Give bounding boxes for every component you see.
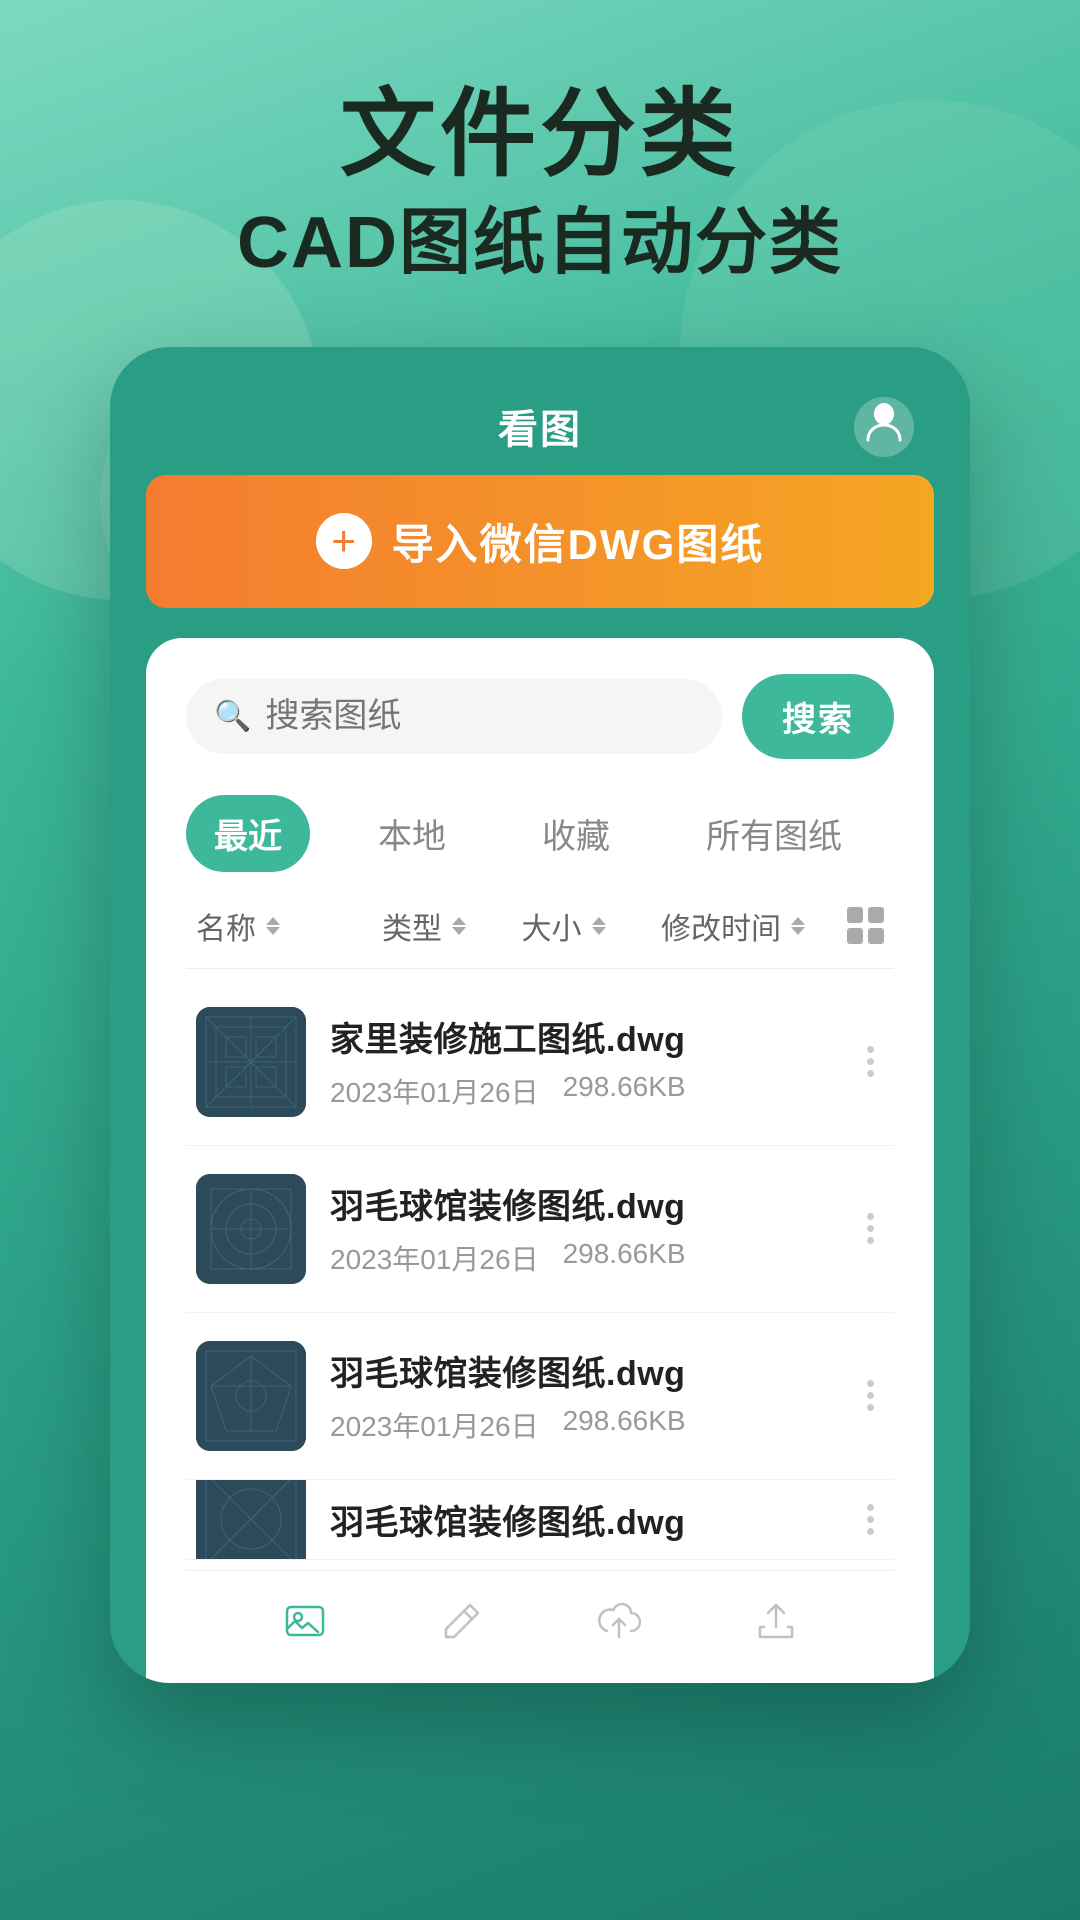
nav-item-cloud[interactable] bbox=[593, 1595, 645, 1647]
sort-size-arrows bbox=[592, 917, 606, 935]
bottom-nav bbox=[186, 1570, 894, 1683]
file-more-4[interactable] bbox=[857, 1494, 884, 1545]
file-item-3[interactable]: 羽毛球馆装修图纸.dwg 2023年01月26日 298.66KB bbox=[186, 1313, 894, 1480]
nav-item-edit[interactable] bbox=[436, 1595, 488, 1647]
file-item-1[interactable]: 家里装修施工图纸.dwg 2023年01月26日 298.66KB bbox=[186, 979, 894, 1146]
search-input[interactable] bbox=[265, 697, 694, 736]
import-button-label: 导入微信DWG图纸 bbox=[392, 511, 765, 572]
file-date-1: 2023年01月26日 bbox=[330, 1071, 539, 1111]
file-date-2: 2023年01月26日 bbox=[330, 1238, 539, 1278]
main-title: 文件分类 bbox=[0, 80, 1080, 190]
file-size-3: 298.66KB bbox=[563, 1405, 686, 1445]
file-name-4: 羽毛球馆装修图纸.dwg bbox=[330, 1495, 833, 1544]
more-dots-icon-2 bbox=[867, 1213, 874, 1244]
avatar-button[interactable] bbox=[854, 397, 914, 457]
file-meta-1: 2023年01月26日 298.66KB bbox=[330, 1071, 833, 1111]
sort-type-arrows bbox=[452, 917, 466, 935]
sort-type[interactable]: 类型 bbox=[382, 904, 522, 948]
search-bar: 🔍 搜索 bbox=[186, 674, 894, 759]
file-meta-3: 2023年01月26日 298.66KB bbox=[330, 1405, 833, 1445]
sort-date-arrows bbox=[791, 917, 805, 935]
sort-date[interactable]: 修改时间 bbox=[661, 904, 847, 948]
import-button[interactable]: + 导入微信DWG图纸 bbox=[146, 475, 934, 608]
grid-view-toggle[interactable] bbox=[847, 907, 884, 944]
search-button[interactable]: 搜索 bbox=[742, 674, 894, 759]
file-name-1: 家里装修施工图纸.dwg bbox=[330, 1012, 833, 1061]
file-info-3: 羽毛球馆装修图纸.dwg 2023年01月26日 298.66KB bbox=[330, 1346, 833, 1445]
tab-all[interactable]: 所有图纸 bbox=[678, 795, 870, 872]
file-name-2: 羽毛球馆装修图纸.dwg bbox=[330, 1179, 833, 1228]
sort-size[interactable]: 大小 bbox=[522, 904, 662, 948]
file-size-2: 298.66KB bbox=[563, 1238, 686, 1278]
gallery-icon bbox=[279, 1595, 331, 1647]
sort-name-arrows bbox=[266, 917, 280, 935]
cloud-icon bbox=[593, 1595, 645, 1647]
phone-mockup: 看图 + 导入微信DWG图纸 🔍 bbox=[110, 347, 970, 1683]
file-thumbnail-1 bbox=[196, 1007, 306, 1117]
file-size-1: 298.66KB bbox=[563, 1071, 686, 1111]
file-date-3: 2023年01月26日 bbox=[330, 1405, 539, 1445]
file-meta-2: 2023年01月26日 298.66KB bbox=[330, 1238, 833, 1278]
top-section: 文件分类 CAD图纸自动分类 bbox=[0, 0, 1080, 287]
search-input-wrapper[interactable]: 🔍 bbox=[186, 679, 722, 754]
file-name-3: 羽毛球馆装修图纸.dwg bbox=[330, 1346, 833, 1395]
file-more-1[interactable] bbox=[857, 1036, 884, 1087]
tabs-bar: 最近 本地 收藏 所有图纸 bbox=[186, 795, 894, 872]
file-more-3[interactable] bbox=[857, 1370, 884, 1421]
file-more-2[interactable] bbox=[857, 1203, 884, 1254]
sort-header: 名称 类型 大小 bbox=[186, 904, 894, 969]
pencil-icon bbox=[436, 1595, 488, 1647]
more-dots-icon-1 bbox=[867, 1046, 874, 1077]
more-dots-icon-3 bbox=[867, 1380, 874, 1411]
plus-icon: + bbox=[316, 513, 372, 569]
file-item-2[interactable]: 羽毛球馆装修图纸.dwg 2023年01月26日 298.66KB bbox=[186, 1146, 894, 1313]
nav-item-share[interactable] bbox=[750, 1595, 802, 1647]
sort-name[interactable]: 名称 bbox=[196, 904, 382, 948]
user-icon bbox=[866, 402, 902, 451]
background: 文件分类 CAD图纸自动分类 看图 + 导入微信DWG图纸 bbox=[0, 0, 1080, 1920]
share-icon bbox=[750, 1595, 802, 1647]
file-thumbnail-3 bbox=[196, 1341, 306, 1451]
app-title: 看图 bbox=[498, 397, 582, 455]
tab-favorites[interactable]: 收藏 bbox=[514, 795, 638, 872]
file-thumbnail-4 bbox=[196, 1480, 306, 1560]
content-area: 🔍 搜索 最近 本地 收藏 所有图纸 名称 bbox=[146, 638, 934, 1683]
more-dots-icon-4 bbox=[867, 1504, 874, 1535]
file-info-1: 家里装修施工图纸.dwg 2023年01月26日 298.66KB bbox=[330, 1012, 833, 1111]
file-info-4: 羽毛球馆装修图纸.dwg bbox=[330, 1495, 833, 1544]
sub-title: CAD图纸自动分类 bbox=[0, 200, 1080, 286]
nav-item-gallery[interactable] bbox=[279, 1595, 331, 1647]
file-thumbnail-2 bbox=[196, 1174, 306, 1284]
file-info-2: 羽毛球馆装修图纸.dwg 2023年01月26日 298.66KB bbox=[330, 1179, 833, 1278]
file-item-4[interactable]: 羽毛球馆装修图纸.dwg bbox=[186, 1480, 894, 1560]
phone-header: 看图 bbox=[146, 387, 934, 475]
file-list: 家里装修施工图纸.dwg 2023年01月26日 298.66KB bbox=[186, 979, 894, 1560]
tab-recent[interactable]: 最近 bbox=[186, 795, 310, 872]
tab-local[interactable]: 本地 bbox=[350, 795, 474, 872]
search-icon: 🔍 bbox=[214, 699, 251, 734]
